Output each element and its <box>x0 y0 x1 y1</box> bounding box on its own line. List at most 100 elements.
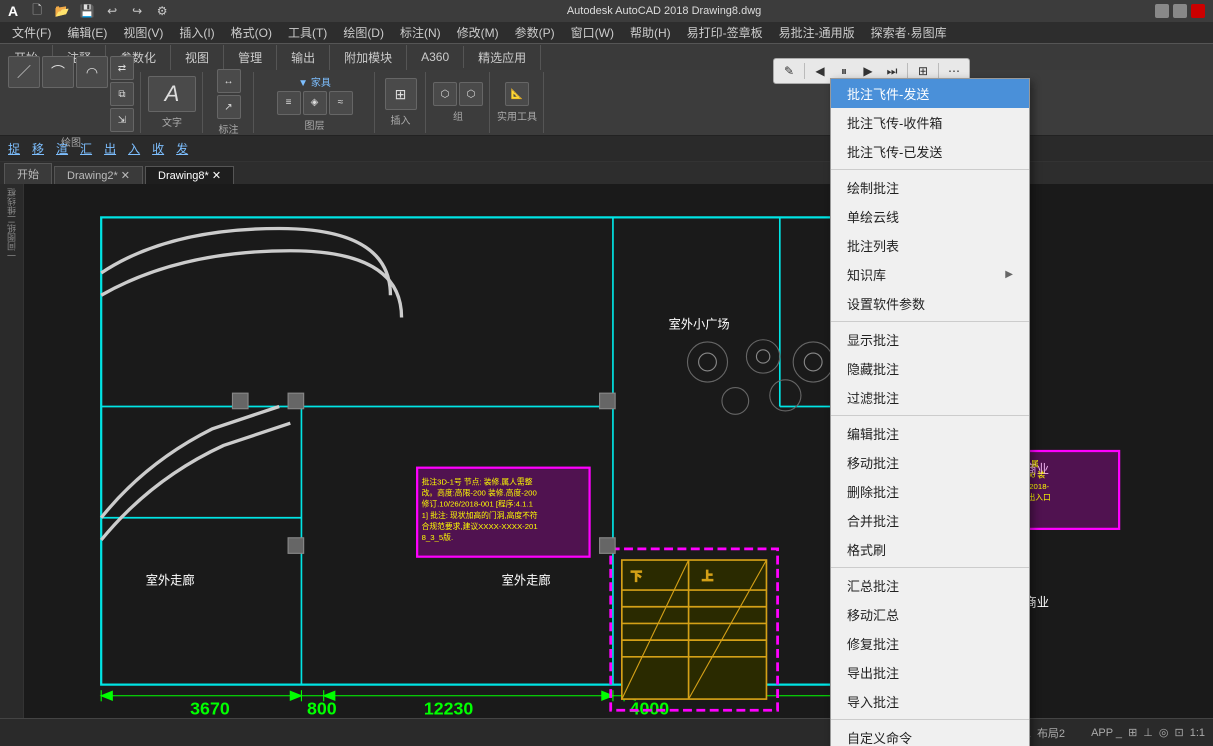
ctx-sent[interactable]: 批注飞传-已发送 <box>831 137 1029 166</box>
dim-linear-btn[interactable]: ↔ <box>217 69 241 93</box>
quick-receive[interactable]: 收 <box>152 140 164 157</box>
status-layout2-tab[interactable]: 布局2 <box>1037 725 1065 741</box>
menu-view[interactable]: 视图(V) <box>115 22 171 43</box>
menu-window[interactable]: 窗口(W) <box>563 22 622 43</box>
ctx-single-cloud[interactable]: 单绘云线 <box>831 202 1029 231</box>
status-osnap-btn[interactable]: ⊡ <box>1174 726 1183 739</box>
ctx-edit-annotation[interactable]: 编辑批注 <box>831 419 1029 448</box>
layer-current-btn[interactable]: ◈ <box>303 91 327 115</box>
ctx-show-annotation[interactable]: 显示批注 <box>831 325 1029 354</box>
stretch-btn[interactable]: ⇲ <box>110 108 134 132</box>
menu-format[interactable]: 格式(O) <box>223 22 280 43</box>
layer-props-btn[interactable]: ≡ <box>277 91 301 115</box>
ctx-merge-annotation[interactable]: 合并批注 <box>831 506 1029 535</box>
ctx-draw-annotation[interactable]: 绘制批注 <box>831 173 1029 202</box>
menu-params[interactable]: 参数(P) <box>507 22 563 43</box>
ft-edit-btn[interactable]: ✎ <box>778 60 800 82</box>
quick-access-icons: 🗋 📂 💾 ↩ ↪ ⚙ <box>26 0 173 22</box>
status-ortho-btn[interactable]: ⊥ <box>1143 726 1153 739</box>
ctx-export-annotation[interactable]: 导出批注 <box>831 658 1029 687</box>
quick-summary[interactable]: 汇 <box>80 140 92 157</box>
tab-home[interactable]: 开始 <box>4 163 52 184</box>
ctx-hide-annotation[interactable]: 隐藏批注 <box>831 354 1029 383</box>
tab-output[interactable]: 输出 <box>277 45 330 70</box>
tab-drawing8[interactable]: Drawing8* ✕ <box>145 166 234 184</box>
redo-icon[interactable]: ↪ <box>126 0 148 22</box>
tab-featured[interactable]: 精选应用 <box>464 45 541 70</box>
insert-label: 插入 <box>391 112 411 127</box>
quick-send[interactable]: 发 <box>176 140 188 157</box>
menu-edit[interactable]: 编辑(E) <box>59 22 115 43</box>
tab-drawing2[interactable]: Drawing2* ✕ <box>54 166 143 184</box>
menu-dimension[interactable]: 标注(N) <box>392 22 449 43</box>
save-icon[interactable]: 💾 <box>76 0 98 22</box>
quick-move[interactable]: 移 <box>32 140 44 157</box>
menu-print[interactable]: 易打印-签章板 <box>679 22 771 43</box>
circle-tool-btn[interactable]: ◠ <box>76 56 108 88</box>
undo-icon[interactable]: ↩ <box>101 0 123 22</box>
menu-modify[interactable]: 修改(M) <box>449 22 507 43</box>
insert-btn[interactable]: ⊞ <box>385 78 417 110</box>
quick-catch[interactable]: 捉 <box>8 140 20 157</box>
svg-text:室外小广场: 室外小广场 <box>669 317 730 332</box>
menu-insert[interactable]: 插入(I) <box>171 22 222 43</box>
copy-btn[interactable]: ⧉ <box>110 82 134 106</box>
ungroup-btn[interactable]: ⬡ <box>459 82 483 106</box>
ribbon-tabs: 开始 注释 参数化 视图 管理 输出 附加模块 A360 精选应用 <box>0 44 1213 70</box>
move-btn[interactable]: ⇄ <box>110 56 134 80</box>
ctx-send-annotation[interactable]: 批注飞件-发送 <box>831 79 1029 108</box>
dim-leader-btn[interactable]: ↗ <box>217 95 241 119</box>
settings-icon[interactable]: ⚙ <box>151 0 173 22</box>
ft-back-btn[interactable]: ◀ <box>809 60 831 82</box>
menu-help[interactable]: 帮助(H) <box>622 22 679 43</box>
ribbon-dimension-group: ↔ ↗ 标注 <box>204 72 254 133</box>
ctx-inbox[interactable]: 批注飞传-收件箱 <box>831 108 1029 137</box>
menu-file[interactable]: 文件(F) <box>4 22 59 43</box>
ctx-sep1 <box>831 169 1029 170</box>
tab-a360[interactable]: A360 <box>407 46 464 68</box>
ctx-move-annotation[interactable]: 移动批注 <box>831 448 1029 477</box>
layer-selector[interactable]: ▼ 家具 <box>298 74 331 89</box>
ctx-import-annotation[interactable]: 导入批注 <box>831 687 1029 716</box>
close-btn[interactable] <box>1191 4 1205 18</box>
ctx-summary[interactable]: 汇总批注 <box>831 571 1029 600</box>
ctx-knowledge-base[interactable]: 知识库 ▶ <box>831 260 1029 289</box>
ctx-custom-command[interactable]: 自定义命令 <box>831 723 1029 746</box>
text-btn[interactable]: A <box>148 76 196 112</box>
quick-import[interactable]: 入 <box>128 140 140 157</box>
ctx-move-summary[interactable]: 移动汇总 <box>831 600 1029 629</box>
ctx-filter-annotation[interactable]: 过滤批注 <box>831 383 1029 412</box>
minimize-btn[interactable] <box>1155 4 1169 18</box>
layer-match-btn[interactable]: ≈ <box>329 91 353 115</box>
new-icon[interactable]: 🗋 <box>26 0 48 22</box>
tab-addons[interactable]: 附加模块 <box>330 45 407 70</box>
menu-annotation[interactable]: 易批注-通用版 <box>771 22 863 43</box>
groups-label: 组 <box>453 108 463 123</box>
tab-manage[interactable]: 管理 <box>224 45 277 70</box>
ctx-repair-annotation[interactable]: 修复批注 <box>831 629 1029 658</box>
app-icon: A <box>8 3 18 19</box>
ctx-delete-annotation[interactable]: 删除批注 <box>831 477 1029 506</box>
menu-draw[interactable]: 绘图(D) <box>335 22 392 43</box>
quick-export[interactable]: 出 <box>104 140 116 157</box>
line-tool-btn[interactable]: ／ <box>8 56 40 88</box>
open-icon[interactable]: 📂 <box>51 0 73 22</box>
status-grid-btn[interactable]: ⊞ <box>1128 726 1137 739</box>
svg-text:室外走廊: 室外走廊 <box>502 573 551 588</box>
tab-view[interactable]: 视图 <box>171 45 224 70</box>
menu-tools[interactable]: 工具(T) <box>280 22 335 43</box>
context-menu: 批注飞件-发送 批注飞传-收件箱 批注飞传-已发送 绘制批注 单绘云线 批注列表… <box>830 78 1030 746</box>
polyline-tool-btn[interactable]: ⌒ <box>42 56 74 88</box>
maximize-btn[interactable] <box>1173 4 1187 18</box>
status-bar: 模型 布局1 布局2 APP _ ⊞ ⊥ ◎ ⊡ 1:1 <box>0 718 1213 746</box>
quick-render[interactable]: 渲 <box>56 140 68 157</box>
group-btn[interactable]: ⬡ <box>433 82 457 106</box>
cad-canvas[interactable]: 3670 800 12230 4000 室外走廊 室外走廊 室外小广场 商业 商… <box>24 184 1213 718</box>
ctx-format-brush[interactable]: 格式刷 <box>831 535 1029 564</box>
ctx-settings[interactable]: 设置软件参数 <box>831 289 1029 318</box>
menu-explorer[interactable]: 探索者·易图库 <box>863 22 955 43</box>
measure-btn[interactable]: 📐 <box>505 82 529 106</box>
ctx-annotation-list[interactable]: 批注列表 <box>831 231 1029 260</box>
status-polar-btn[interactable]: ◎ <box>1159 726 1169 739</box>
ctx-sep4 <box>831 567 1029 568</box>
